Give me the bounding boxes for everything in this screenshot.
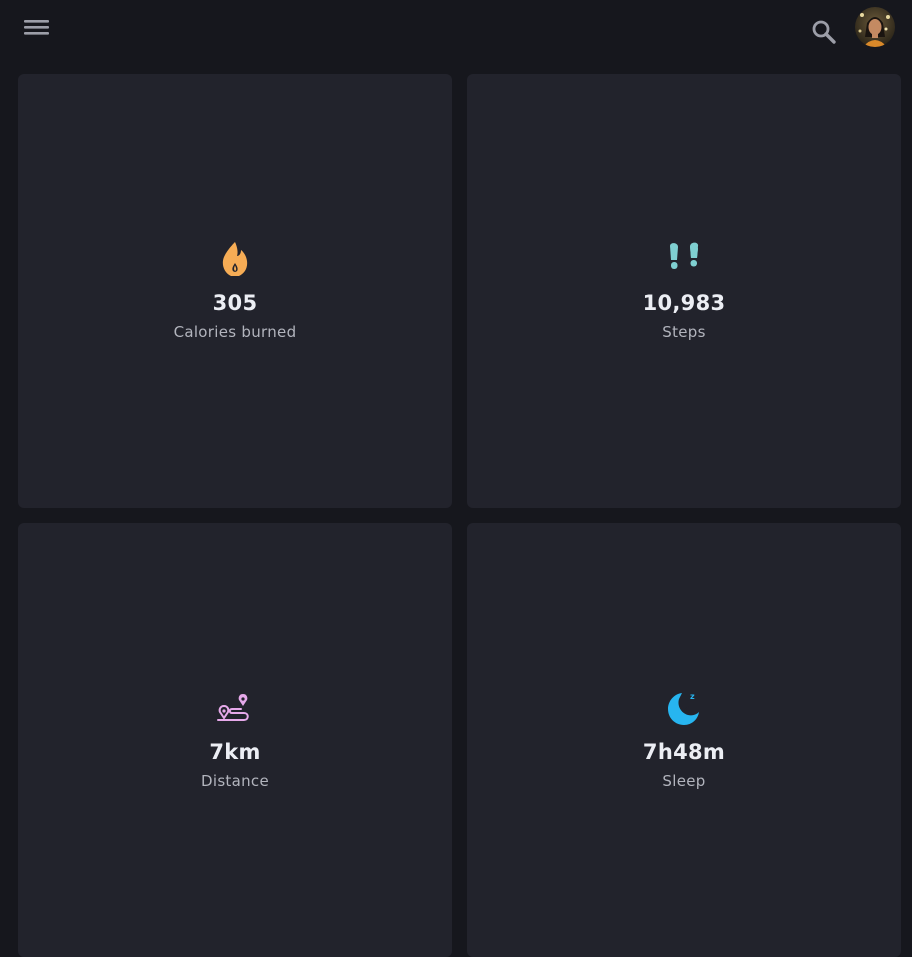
stat-label: Distance bbox=[201, 772, 269, 790]
search-icon bbox=[812, 20, 836, 44]
stat-label: Steps bbox=[662, 323, 706, 341]
search-button[interactable] bbox=[806, 14, 842, 50]
stat-card-sleep[interactable]: z z 7h48m Sleep bbox=[467, 523, 901, 957]
stat-card-steps[interactable]: 10,983 Steps bbox=[467, 74, 901, 508]
menu-button[interactable] bbox=[19, 12, 55, 42]
svg-text:z: z bbox=[684, 704, 689, 714]
stat-card-distance[interactable]: 7km Distance bbox=[18, 523, 452, 957]
stat-value: 10,983 bbox=[642, 291, 726, 315]
avatar-image bbox=[855, 7, 895, 47]
user-avatar[interactable] bbox=[855, 7, 895, 47]
top-app-bar bbox=[0, 0, 912, 64]
moon-sleep-icon: z z bbox=[664, 688, 704, 728]
hamburger-menu-icon bbox=[24, 20, 49, 35]
footprints-icon bbox=[664, 239, 704, 279]
stat-value: 305 bbox=[212, 291, 258, 315]
svg-text:z: z bbox=[690, 692, 695, 701]
flame-icon bbox=[215, 239, 255, 279]
stat-label: Calories burned bbox=[173, 323, 297, 341]
route-icon bbox=[215, 688, 255, 728]
stat-label: Sleep bbox=[662, 772, 706, 790]
stat-card-calories[interactable]: 305 Calories burned bbox=[18, 74, 452, 508]
stat-value: 7h48m bbox=[642, 740, 726, 764]
stat-value: 7km bbox=[209, 740, 261, 764]
